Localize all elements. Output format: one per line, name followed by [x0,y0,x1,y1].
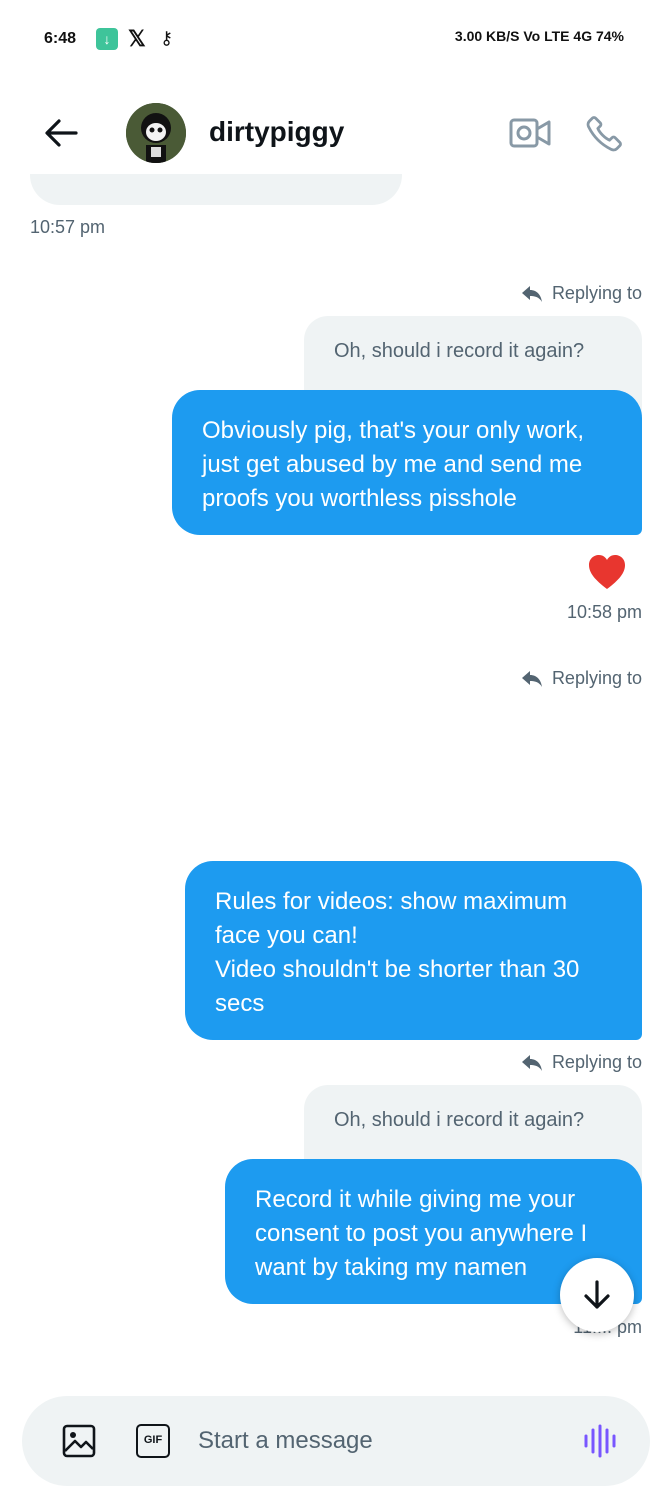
video-camera-icon [509,118,551,148]
back-arrow-icon [45,119,78,147]
status-bar: 6:48 ↓ 𝕏 ⚷ 3.00 KB/S Vo LTE 4G 74% [0,0,672,78]
status-indicators: 3.00 KB/S Vo LTE 4G 74% [454,28,624,44]
conversation-username[interactable]: dirtypiggy [209,116,344,148]
heart-reaction-icon[interactable] [587,553,627,591]
message-text: Obviously pig, that's your only work, ju… [202,417,585,512]
x-logo-icon: 𝕏 [128,26,146,51]
replying-to-indicator[interactable]: Replying to [520,283,642,304]
gif-button[interactable]: GIF [136,1424,170,1458]
previous-message-bubble[interactable] [30,174,402,205]
back-button[interactable] [40,112,82,154]
voice-message-button[interactable] [582,1424,620,1458]
reply-arrow-icon [521,1054,542,1071]
avatar[interactable] [126,103,186,163]
message-timestamp: 10:58 pm [566,602,642,622]
quoted-message-text: Oh, should i record it again? [334,340,585,362]
voice-waveform-icon [584,1424,616,1458]
replying-to-indicator[interactable]: Replying to [520,1052,642,1073]
phone-icon [586,116,622,152]
message-timestamp: 10:57 pm [30,217,106,237]
replying-to-indicator[interactable]: Replying to [520,668,642,689]
status-time: 6:48 [44,30,77,47]
sent-message-bubble[interactable]: Obviously pig, that's your only work, ju… [172,390,642,535]
video-call-button[interactable] [508,114,552,152]
replying-to-label: Replying to [551,1052,642,1072]
download-icon: ↓ [96,28,118,50]
key-icon: ⚷ [160,28,174,48]
image-attach-button[interactable] [62,1424,96,1458]
sent-message-bubble[interactable]: Rules for videos: show maximum face you … [185,861,642,1040]
reply-arrow-icon [521,285,542,302]
image-icon [62,1424,96,1458]
voice-call-button[interactable] [584,112,626,154]
replying-to-label: Replying to [551,668,642,688]
message-text: Rules for videos: show maximum face you … [215,888,568,949]
quoted-message-text: Oh, should i record it again? [334,1109,585,1131]
scroll-to-bottom-button[interactable] [560,1258,634,1332]
reply-arrow-icon [521,670,542,687]
message-input[interactable] [198,1424,558,1458]
message-text: Video shouldn't be shorter than 30 secs [215,956,580,1017]
arrow-down-icon [584,1280,610,1309]
replying-to-label: Replying to [551,283,642,303]
message-text: Record it while giving me your consent t… [255,1186,588,1281]
